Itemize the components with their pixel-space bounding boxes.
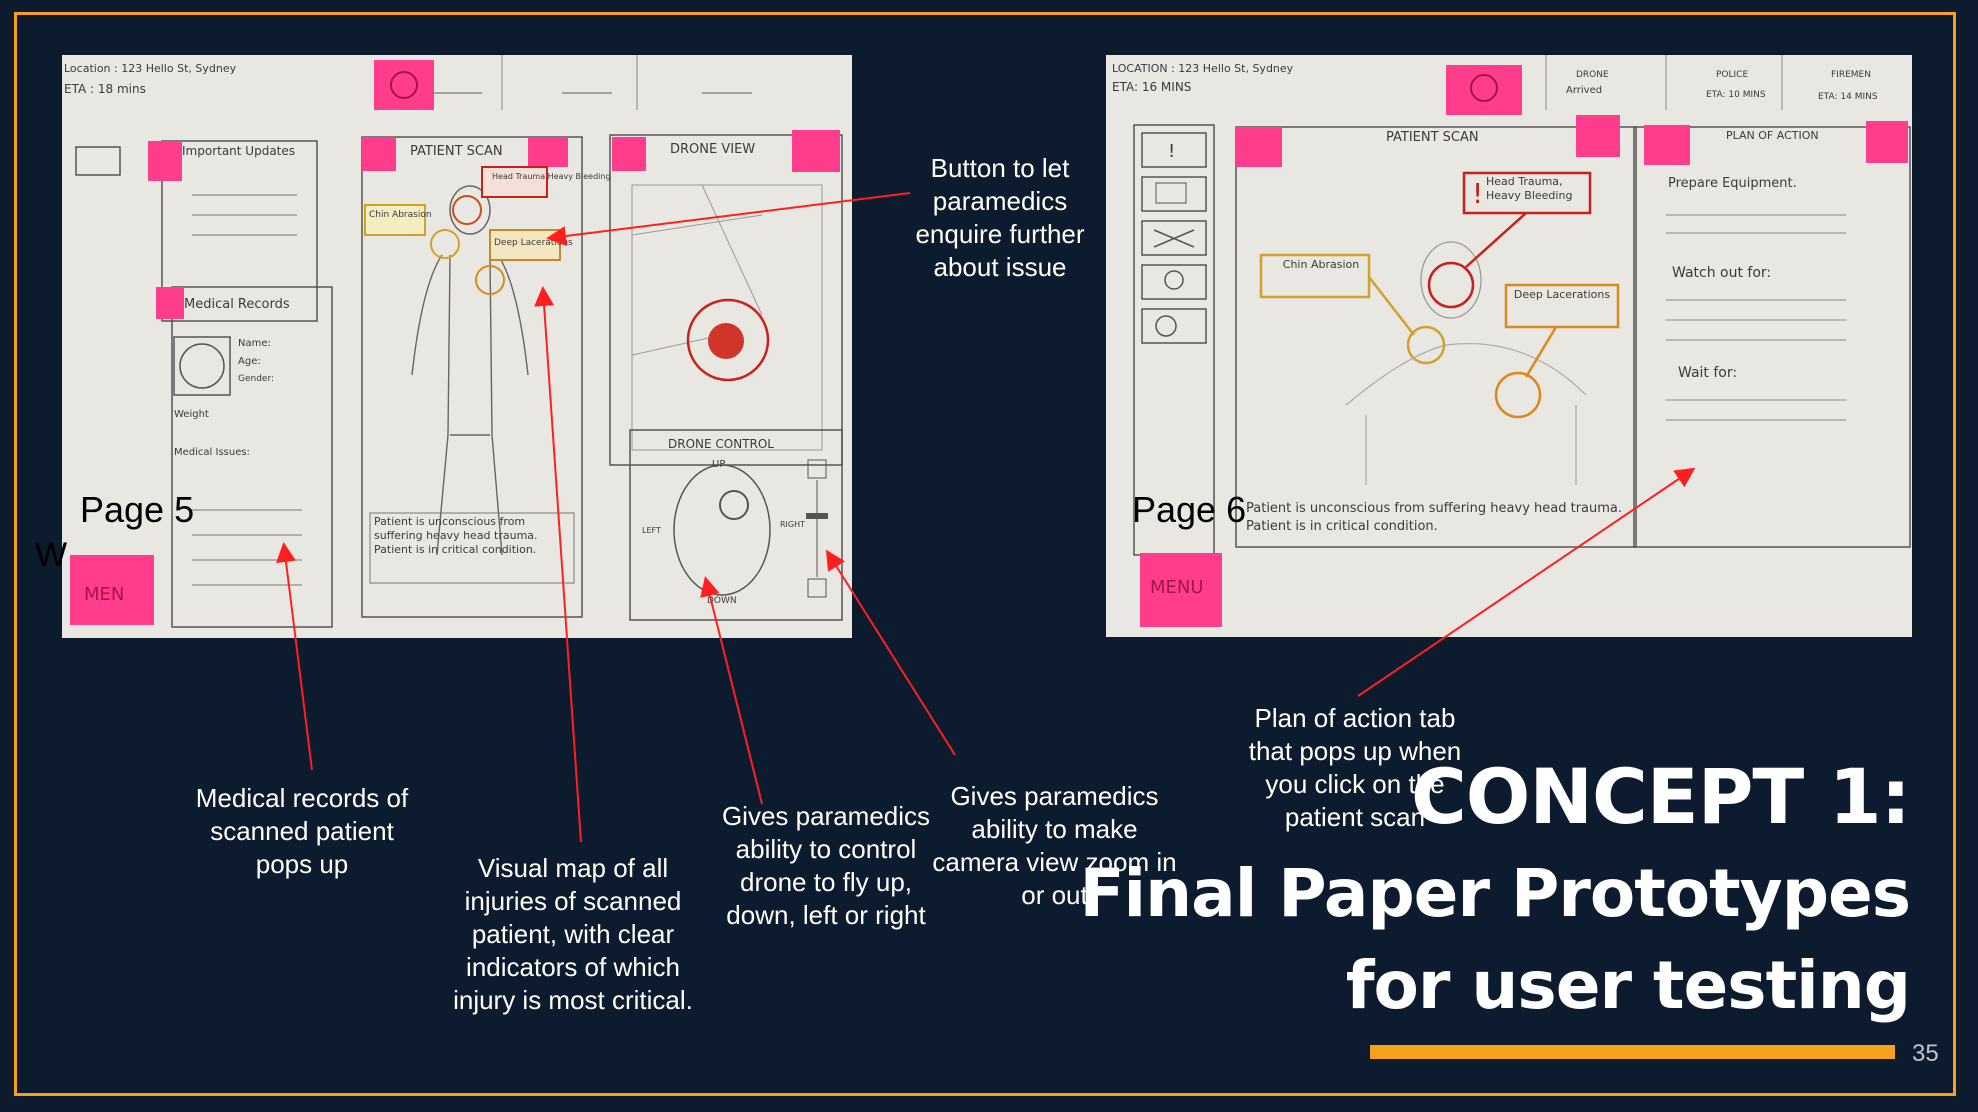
arrow-plan — [1357, 467, 1696, 697]
title-line1: CONCEPT 1: — [1411, 752, 1911, 841]
arrow-zoom — [825, 549, 956, 756]
callout-visual-map: Visual map of all injuries of scanned pa… — [453, 853, 693, 1015]
title-line3: for user testing — [1345, 947, 1911, 1024]
callout-drone-control: Gives paramedics ability to control dron… — [721, 801, 931, 930]
page-number: 35 — [1912, 1040, 1939, 1067]
arrow-visual-map — [534, 286, 582, 843]
arrow-button — [546, 192, 911, 246]
callout-medical: Medical records of scanned patient pops … — [195, 783, 409, 879]
callout-button: Button to let paramedics enquire further… — [915, 153, 1085, 282]
arrow-drone-control — [700, 576, 763, 805]
arrow-medical — [276, 542, 313, 771]
title-underline — [1370, 1045, 1895, 1059]
title-line2: Final Paper Prototypes — [1079, 855, 1911, 932]
